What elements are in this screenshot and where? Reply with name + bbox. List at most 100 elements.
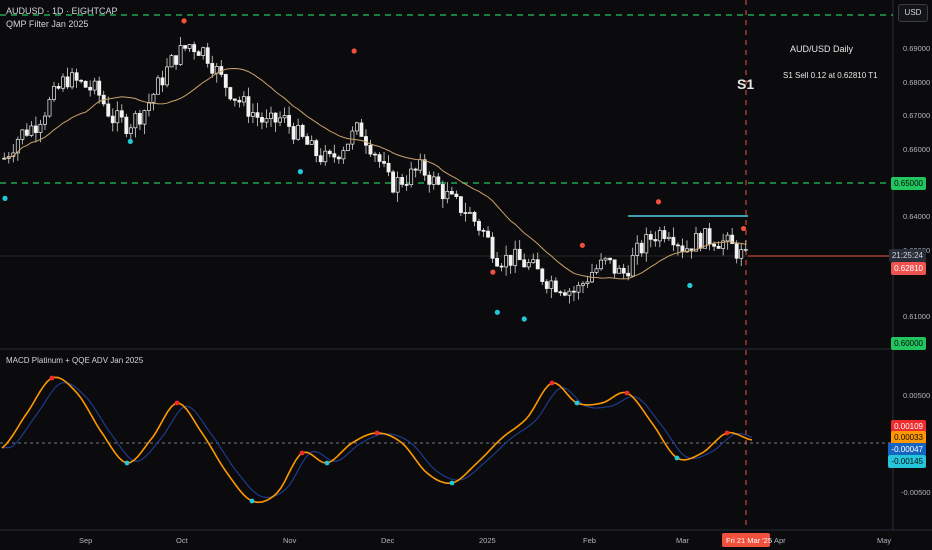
candle-body xyxy=(707,228,712,245)
candle-body xyxy=(74,72,79,81)
candle xyxy=(413,167,418,178)
candle xyxy=(52,81,56,102)
sell-marker xyxy=(490,269,496,275)
chart-screen: 0.69000 0.68000 0.67000 0.66000 0.64000 … xyxy=(0,0,932,550)
candle xyxy=(174,55,178,70)
candle-body xyxy=(481,229,486,232)
candle-body xyxy=(454,193,459,197)
indicator-legend-sub[interactable]: MACD Platinum + QQE ADV Jan 2025 xyxy=(6,356,143,365)
candle xyxy=(409,161,414,188)
macd-peak-marker xyxy=(374,430,380,436)
candle xyxy=(377,152,382,168)
candle xyxy=(734,240,739,264)
candle xyxy=(639,240,644,257)
currency-button[interactable]: USD xyxy=(898,4,928,22)
candle-body xyxy=(210,63,215,74)
candle xyxy=(287,106,292,134)
candle xyxy=(472,210,477,227)
price-tick: 0.66000 xyxy=(903,145,930,154)
buy-marker xyxy=(2,195,8,201)
candle xyxy=(458,196,463,217)
candle-body xyxy=(309,140,314,145)
candle xyxy=(300,123,305,139)
macd-peak-marker xyxy=(174,400,180,406)
time-tick: May xyxy=(877,536,891,545)
candle-body xyxy=(336,156,341,160)
candle xyxy=(576,281,581,300)
price-tick: 0.61000 xyxy=(903,312,930,321)
candle-body xyxy=(24,129,29,136)
candle xyxy=(70,67,75,90)
candle-body xyxy=(300,124,305,137)
level-label-lower: 0.60000 xyxy=(891,337,926,350)
candle xyxy=(187,43,192,52)
macd-peak-marker xyxy=(49,375,55,381)
candle-body xyxy=(409,168,414,186)
candle xyxy=(345,143,350,152)
candle-body xyxy=(567,290,572,296)
candle-body xyxy=(47,99,52,117)
candle-body xyxy=(377,154,382,162)
candle-body xyxy=(305,136,310,145)
candle xyxy=(368,139,373,157)
price-tick: 0.67000 xyxy=(903,111,930,120)
macd-label-4: -0.00145 xyxy=(888,455,926,468)
candle-body xyxy=(458,196,463,213)
annotation-title: AUD/USD Daily xyxy=(790,44,854,54)
candle xyxy=(192,41,197,60)
candle-body xyxy=(133,113,138,129)
candle xyxy=(264,109,269,128)
candle-body xyxy=(648,234,653,240)
candle-body xyxy=(350,130,355,145)
candle xyxy=(657,227,662,248)
price-tick: 0.68000 xyxy=(903,78,930,87)
candle xyxy=(739,243,744,267)
candle-body xyxy=(174,55,178,65)
candle-body xyxy=(549,280,554,289)
candle-body xyxy=(617,267,622,274)
candle-body xyxy=(205,47,210,64)
candle-body xyxy=(296,124,301,140)
candle xyxy=(147,93,151,117)
candle xyxy=(395,171,400,202)
candle xyxy=(422,154,427,181)
candle xyxy=(201,46,206,60)
candle xyxy=(65,67,70,90)
candle-body xyxy=(739,249,744,259)
candle xyxy=(92,77,97,95)
candle xyxy=(74,68,79,88)
indicator-legend-main[interactable]: QMP Filter Jan 2025 xyxy=(6,19,88,29)
candle-body xyxy=(477,221,481,231)
symbol-legend[interactable]: AUDUSD · 1D · EIGHTCAP xyxy=(6,6,118,16)
candle-body xyxy=(29,125,34,136)
candle-body xyxy=(264,118,269,123)
candle-body xyxy=(581,283,585,286)
time-tick: Nov xyxy=(283,536,297,545)
macd-tick: 0.00500 xyxy=(903,391,930,400)
candle xyxy=(332,144,337,163)
candle xyxy=(169,53,174,68)
candle-body xyxy=(250,112,255,117)
candle-body xyxy=(743,248,748,251)
candle-body xyxy=(653,239,658,242)
buy-marker xyxy=(127,138,133,145)
candle xyxy=(282,107,287,123)
candle xyxy=(160,70,165,92)
candle xyxy=(630,247,635,277)
candle-body xyxy=(183,45,188,49)
candle-body xyxy=(657,230,662,242)
candle xyxy=(296,118,301,141)
candle-body xyxy=(468,212,472,214)
candle-body xyxy=(43,115,47,125)
candle xyxy=(359,118,364,137)
candle-body xyxy=(572,290,576,293)
candle xyxy=(15,136,20,161)
candle-body xyxy=(291,126,296,140)
time-tick: Mar xyxy=(676,536,689,545)
sell-marker xyxy=(351,48,357,54)
candle xyxy=(386,155,391,177)
candle-body xyxy=(562,292,567,296)
candle xyxy=(635,235,640,265)
candle-body xyxy=(635,242,640,256)
chart-canvas[interactable]: 0.69000 0.68000 0.67000 0.66000 0.64000 … xyxy=(0,0,932,550)
